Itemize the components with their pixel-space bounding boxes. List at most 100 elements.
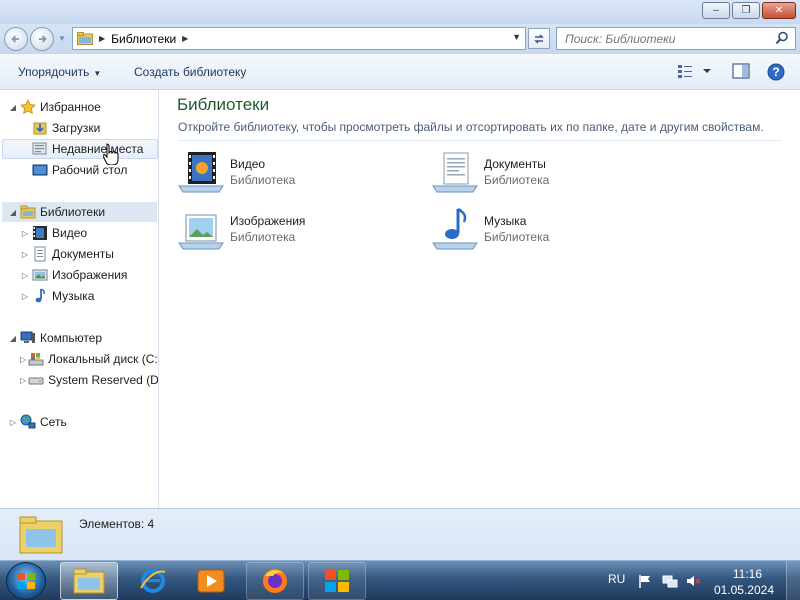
nav-item-label: Изображения [52, 268, 128, 282]
taskbar-media-player[interactable] [182, 562, 240, 600]
show-desktop-button[interactable] [786, 561, 800, 600]
item-count: Элементов: 4 [79, 517, 155, 531]
library-music[interactable]: Музыка Библиотека [430, 207, 549, 251]
change-view-button[interactable] [677, 63, 711, 82]
expand-arrow-icon[interactable]: ▷ [8, 418, 18, 427]
forward-button[interactable] [30, 27, 54, 51]
nav-libraries-label: Библиотеки [40, 205, 106, 219]
volume-muted-icon[interactable] [686, 574, 702, 588]
maximize-button[interactable]: ❐ [732, 2, 760, 19]
preview-pane-button[interactable] [732, 63, 750, 82]
breadcrumb-separator-icon[interactable]: ▶ [182, 34, 188, 43]
preview-pane-icon [732, 63, 750, 79]
nav-item-label: Локальный диск (C:) [48, 352, 158, 366]
search-input[interactable] [565, 31, 765, 46]
start-button[interactable] [6, 562, 46, 600]
search-box[interactable] [556, 27, 796, 50]
nav-item-documents[interactable]: ▷ Документы [20, 244, 114, 264]
computer-icon [20, 330, 36, 346]
library-pictures[interactable]: Изображения Библиотека [176, 207, 305, 251]
nav-item-label: Недавние места [52, 142, 144, 156]
view-options-icon [678, 65, 711, 78]
taskbar: RU 11:16 01.05.2024 [0, 560, 800, 600]
nav-computer-label: Компьютер [40, 331, 103, 345]
local-disk-icon [28, 351, 44, 367]
nav-item-pictures[interactable]: ▷ Изображения [20, 265, 128, 285]
clock-time[interactable]: 11:16 [733, 567, 762, 581]
recent-pages-dropdown[interactable]: ▼ [58, 34, 66, 43]
page-title: Библиотеки [177, 95, 270, 114]
address-field[interactable]: ▶ Библиотеки ▶ ▼ [72, 27, 526, 50]
nav-favorites[interactable]: ◢ Избранное [8, 97, 101, 117]
breadcrumb-separator-icon[interactable]: ▶ [99, 34, 105, 43]
clock-date[interactable]: 01.05.2024 [714, 583, 774, 597]
minimize-button[interactable]: ‒ [702, 2, 730, 19]
video-library-icon [178, 152, 224, 193]
documents-icon [32, 246, 48, 262]
window-controls: ‒ ❐ ✕ [702, 2, 796, 19]
help-button[interactable]: ? [767, 63, 785, 84]
title-bar: ‒ ❐ ✕ [0, 0, 800, 24]
library-documents[interactable]: Документы Библиотека [430, 150, 549, 194]
back-button[interactable] [4, 27, 28, 51]
libraries-large-icon [19, 516, 63, 554]
internet-explorer-icon [140, 569, 166, 593]
close-button[interactable]: ✕ [762, 2, 796, 19]
search-icon[interactable] [775, 31, 789, 45]
collapse-arrow-icon[interactable]: ◢ [8, 208, 18, 217]
content-pane: Библиотеки Откройте библиотеку, чтобы пр… [160, 90, 800, 508]
collapse-arrow-icon[interactable]: ◢ [8, 334, 18, 343]
music-library-icon [432, 207, 478, 250]
expand-arrow-icon[interactable]: ▷ [20, 271, 30, 280]
organize-button[interactable]: Упорядочить ▼ [18, 65, 101, 79]
nav-network[interactable]: ▷ Сеть [8, 412, 67, 432]
nav-computer[interactable]: ◢ Компьютер [8, 328, 102, 348]
help-icon: ? [767, 63, 785, 81]
nav-network-label: Сеть [40, 415, 67, 429]
expand-arrow-icon[interactable]: ▷ [20, 376, 26, 385]
network-status-icon[interactable] [662, 574, 678, 588]
drive-icon [28, 372, 44, 388]
network-icon [20, 414, 36, 430]
nav-item-downloads[interactable]: Загрузки [20, 118, 100, 138]
windows-logo-icon [17, 573, 35, 589]
taskbar-firefox[interactable] [246, 562, 304, 600]
nav-item-label: Загрузки [52, 121, 101, 135]
address-history-dropdown[interactable]: ▼ [512, 32, 521, 42]
library-type: Библиотека [484, 173, 550, 187]
refresh-icon [534, 33, 544, 44]
back-arrow-icon [11, 35, 19, 43]
expand-arrow-icon[interactable]: ▷ [20, 229, 30, 238]
nav-item-local-disk[interactable]: ▷ Локальный диск (C:) [20, 349, 158, 369]
nav-item-recent-places[interactable]: Недавние места [2, 139, 158, 159]
library-type: Библиотека [230, 173, 296, 187]
desktop-icon [32, 162, 48, 178]
explorer-icon [73, 568, 105, 594]
taskbar-internet-explorer[interactable] [124, 562, 182, 600]
libraries-icon [20, 204, 36, 220]
taskbar-windows-app[interactable] [308, 562, 366, 600]
nav-libraries[interactable]: ◢ Библиотеки [2, 202, 157, 222]
collapse-arrow-icon[interactable]: ◢ [8, 103, 18, 112]
library-name: Музыка [484, 214, 527, 228]
refresh-button[interactable] [528, 28, 550, 49]
star-icon [20, 99, 36, 115]
taskbar-explorer[interactable] [60, 562, 118, 600]
organize-label: Упорядочить [18, 65, 90, 79]
language-indicator[interactable]: RU [608, 572, 625, 586]
library-type: Библиотека [230, 230, 296, 244]
chevron-down-icon: ▼ [93, 69, 102, 78]
expand-arrow-icon[interactable]: ▷ [20, 292, 30, 301]
action-center-flag-icon[interactable] [638, 574, 652, 588]
nav-item-system-reserved[interactable]: ▷ System Reserved (D:) [20, 370, 158, 390]
breadcrumb-libraries[interactable]: Библиотеки [111, 32, 176, 46]
downloads-icon [32, 120, 48, 136]
divider [178, 140, 782, 141]
expand-arrow-icon[interactable]: ▷ [20, 250, 30, 259]
library-video[interactable]: Видео Библиотека [176, 150, 295, 194]
nav-item-music[interactable]: ▷ Музыка [20, 286, 94, 306]
nav-item-video[interactable]: ▷ Видео [20, 223, 87, 243]
nav-item-label: Музыка [52, 289, 95, 303]
expand-arrow-icon[interactable]: ▷ [20, 355, 26, 364]
create-library-button[interactable]: Создать библиотеку [134, 65, 246, 79]
